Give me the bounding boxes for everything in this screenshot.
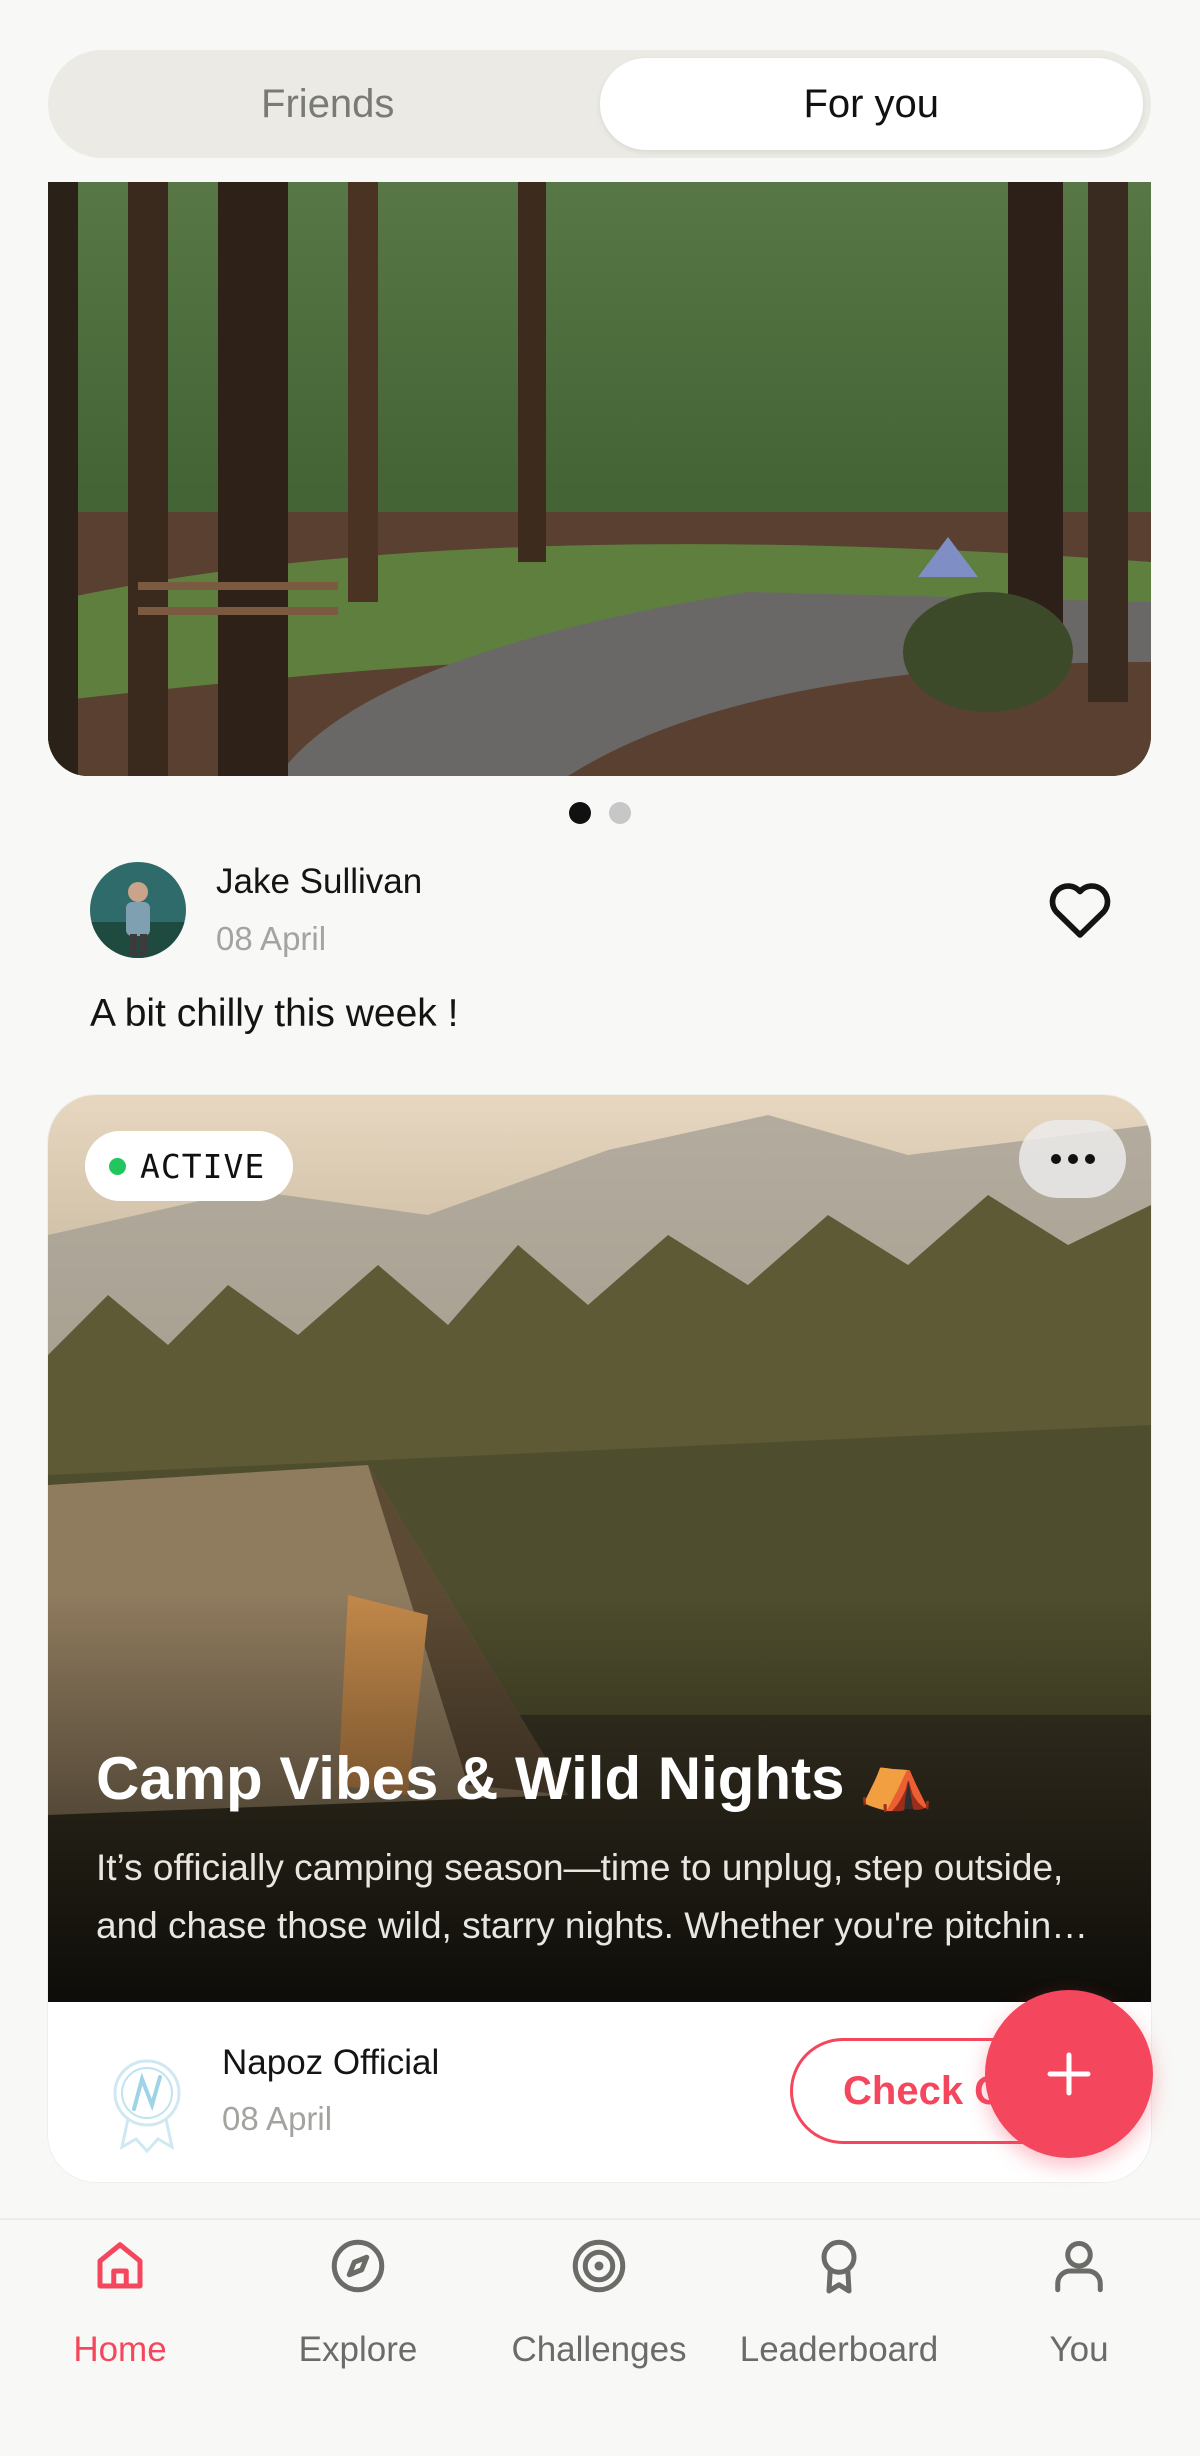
nav-challenges-label: Challenges (511, 2330, 687, 2369)
nav-explore[interactable]: Explore (238, 2220, 478, 2380)
target-icon (572, 2239, 626, 2293)
carousel-dots (0, 802, 1200, 824)
status-badge: ACTIVE (85, 1131, 294, 1201)
carousel-dot-1[interactable] (569, 802, 591, 824)
more-icon (1050, 1154, 1061, 1164)
user-icon (1055, 2241, 1103, 2293)
event-title-text: Camp Vibes & Wild Nights (96, 1745, 845, 1812)
plus-icon (1047, 2052, 1091, 2096)
status-label: ACTIVE (140, 1146, 266, 1186)
post-author-name[interactable]: Jake Sullivan (216, 862, 422, 902)
avatar[interactable] (90, 862, 186, 958)
nav-you[interactable]: You (959, 2220, 1199, 2380)
create-post-button[interactable] (985, 1990, 1153, 2158)
carousel-dot-2[interactable] (609, 802, 631, 824)
nav-challenges[interactable]: Challenges (479, 2220, 719, 2380)
event-description: It’s officially camping season—time to u… (96, 1847, 1103, 1946)
home-icon (97, 2242, 143, 2289)
nav-leaderboard[interactable]: Leaderboard (719, 2220, 959, 2380)
post-caption: A bit chilly this week ! (90, 992, 459, 1035)
compass-icon (331, 2239, 385, 2293)
more-options-button[interactable] (1019, 1120, 1126, 1198)
status-dot (109, 1157, 126, 1175)
post-photo[interactable] (48, 182, 1151, 776)
organizer-logo[interactable] (106, 2053, 188, 2154)
nav-leaderboard-label: Leaderboard (739, 2330, 939, 2369)
event-title[interactable]: Camp Vibes & Wild Nights ⛺ (96, 1743, 933, 1814)
nav-you-label: You (1049, 2330, 1109, 2369)
tent-emoji: ⛺ (858, 1745, 934, 1812)
tab-for-you[interactable]: For you (599, 58, 1143, 150)
organizer-date: 08 April (222, 2100, 333, 2137)
tab-friends[interactable]: Friends (56, 58, 600, 150)
post-date: 08 April (216, 920, 327, 957)
nav-explore-label: Explore (298, 2330, 418, 2369)
heart-icon[interactable] (1046, 876, 1114, 940)
event-card[interactable]: ACTIVE Camp Vibes & Wild Nights ⛺ It’s o… (48, 1095, 1151, 2182)
feed-tabs: Friends For you (48, 50, 1151, 158)
bottom-navigation: Home Explore Challenges Leaderboard You (0, 2218, 1200, 2456)
nav-home[interactable]: Home (0, 2220, 240, 2380)
organizer-name[interactable]: Napoz Official (222, 2043, 439, 2083)
nav-home-label: Home (73, 2330, 167, 2369)
award-icon (821, 2239, 857, 2294)
